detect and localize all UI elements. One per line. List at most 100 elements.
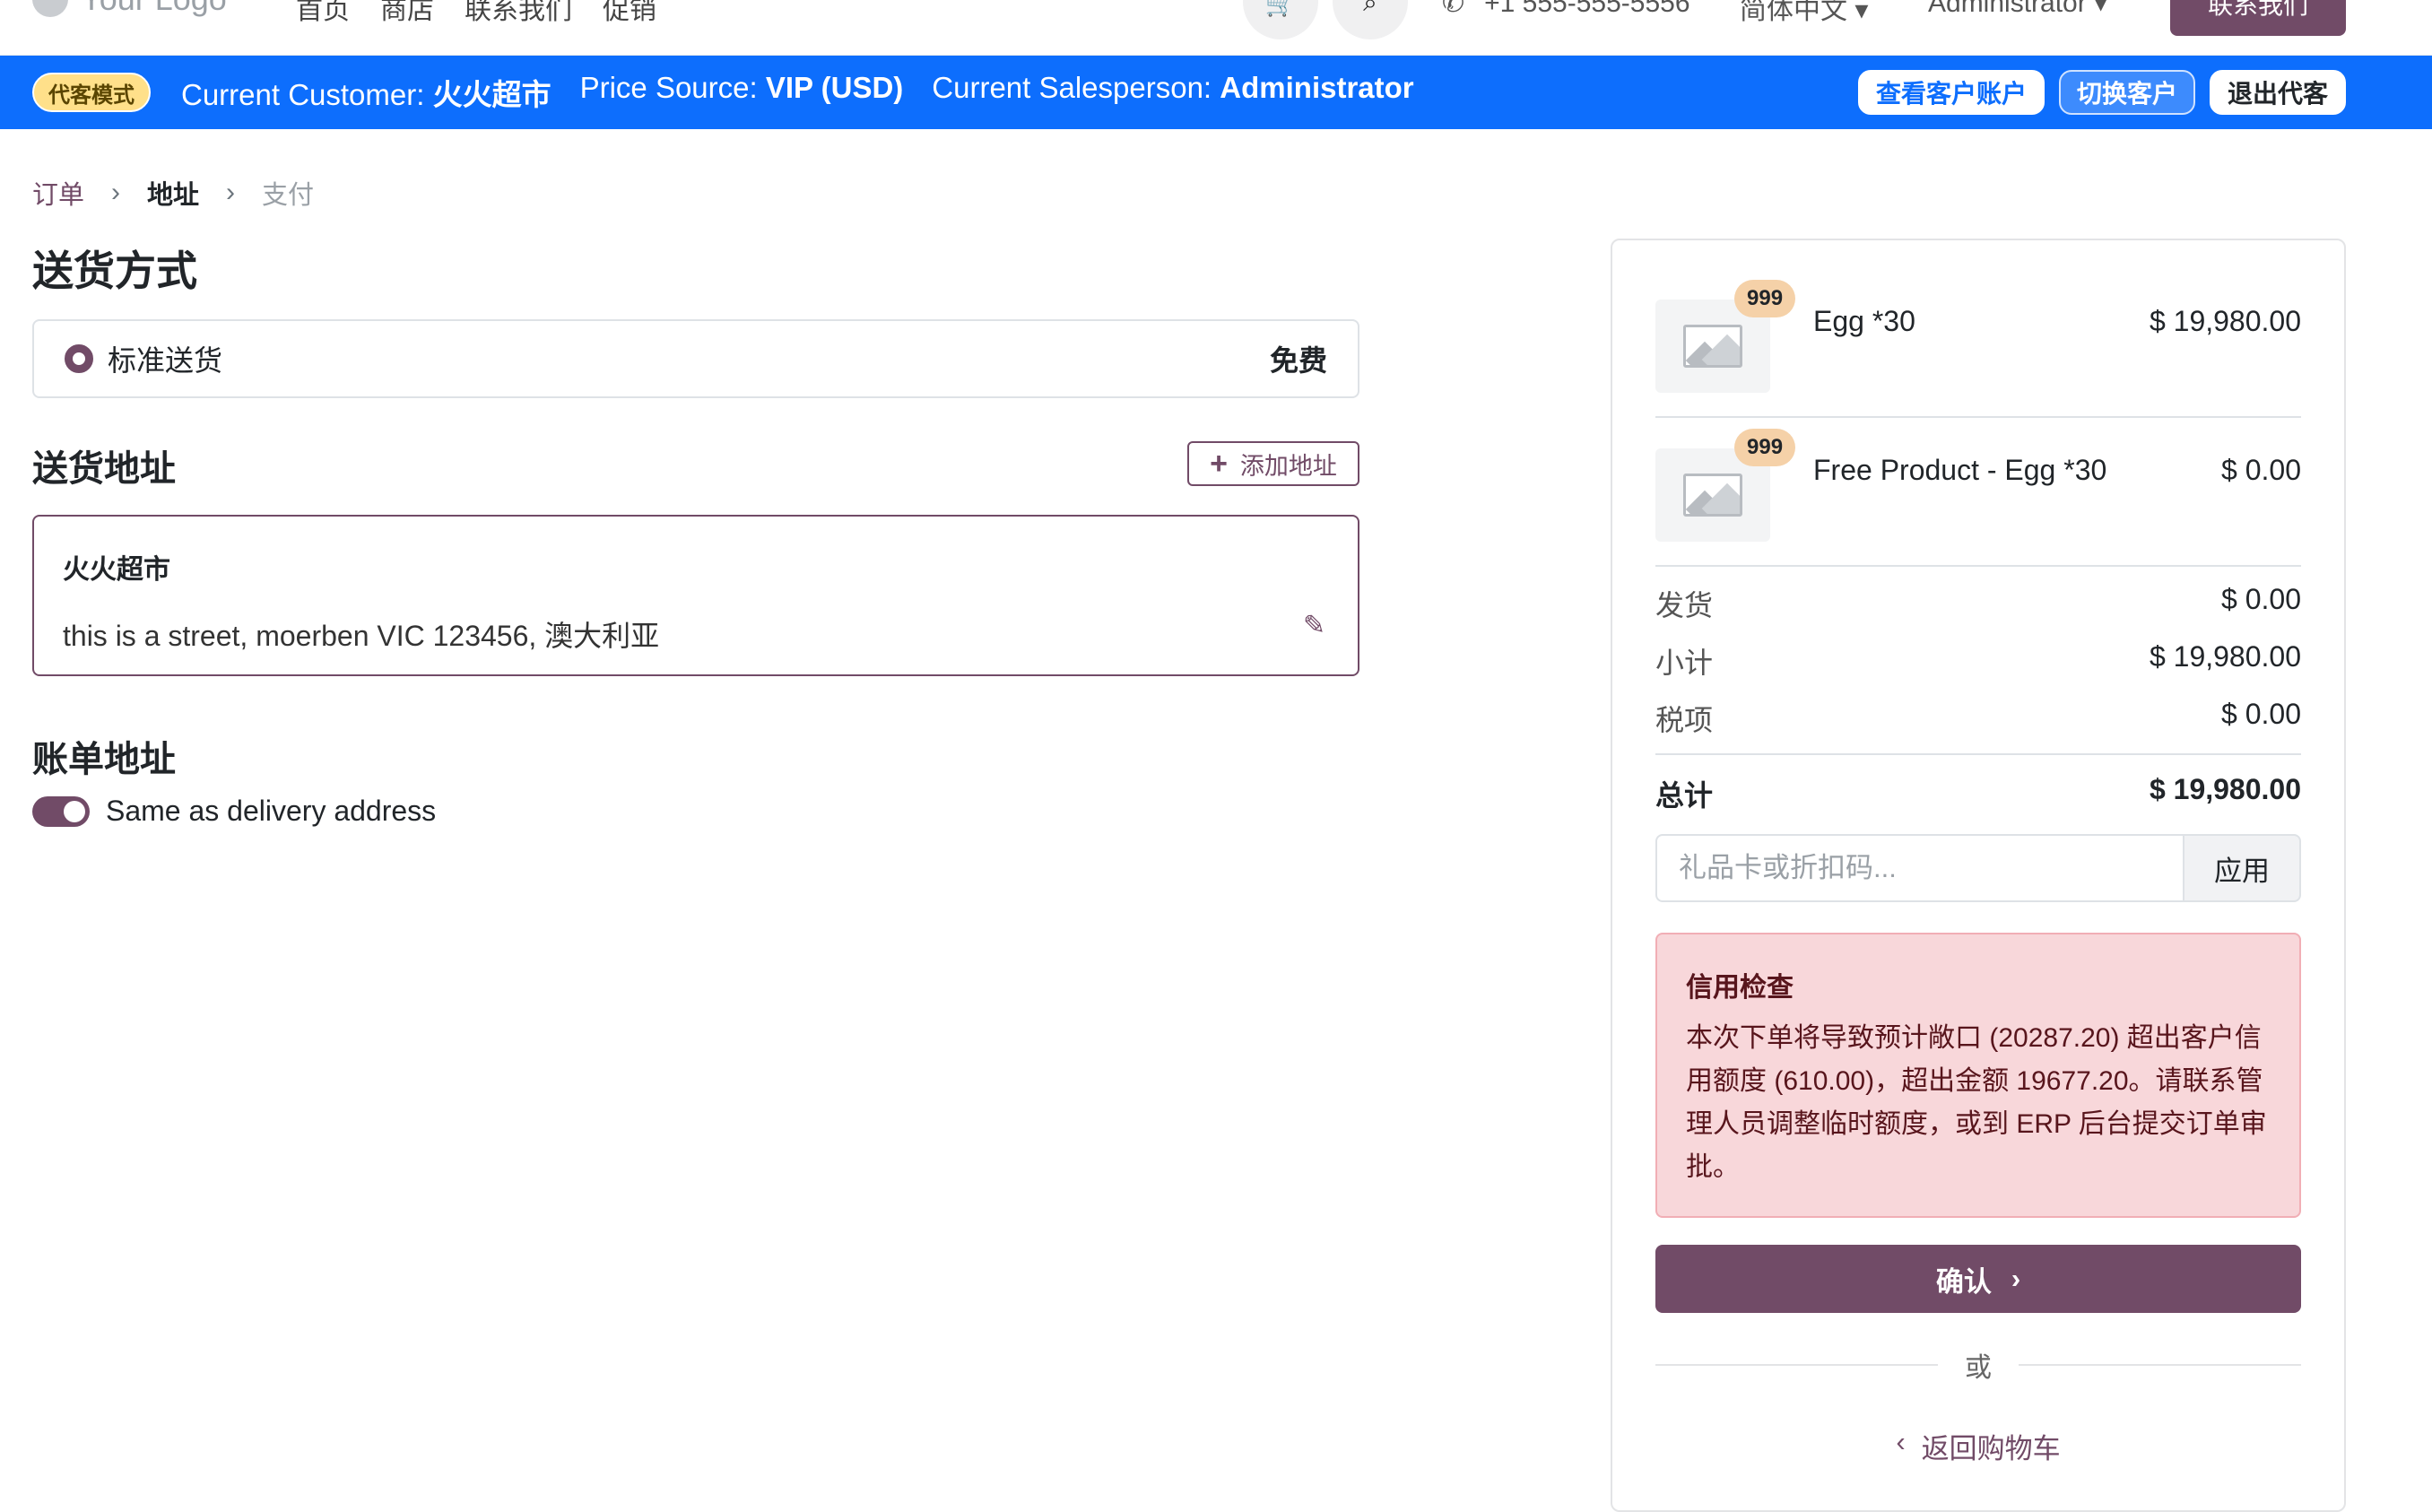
switch-customer-button[interactable]: 切换客户 — [2058, 70, 2195, 115]
current-customer: Current Customer: 火火超市 — [181, 71, 552, 114]
same-as-delivery-row: Same as delivery address — [32, 795, 436, 828]
plus-icon: + — [1210, 446, 1228, 481]
confirm-label: 确认 — [1935, 1265, 1992, 1298]
chevron-right-icon: › — [2011, 1263, 2021, 1294]
or-separator: 或 — [1655, 1345, 2301, 1385]
same-as-delivery-label: Same as delivery address — [106, 795, 437, 827]
radio-selected-icon[interactable] — [65, 344, 93, 373]
delivery-method-option[interactable]: 标准送货 免费 — [32, 319, 1359, 398]
shipping-address-title: 送货地址 — [32, 449, 176, 489]
same-as-delivery-toggle[interactable] — [32, 795, 90, 827]
shipping-value: $ 0.00 — [2221, 583, 2301, 615]
chevron-right-icon: › — [111, 178, 121, 207]
menu-item-contact[interactable]: 联系我们 — [465, 0, 572, 27]
view-customer-account-button[interactable]: 查看客户账户 — [1857, 70, 2045, 115]
add-address-label: 添加地址 — [1239, 452, 1337, 480]
cart-line-item: 999 Egg *30 $ 19,980.00 — [1655, 280, 2301, 393]
line-price: $ 0.00 — [2221, 454, 2301, 486]
shipping-label: 发货 — [1655, 589, 1714, 621]
current-customer-value: 火火超市 — [432, 78, 552, 111]
search-icon: ⌕ — [1363, 0, 1377, 16]
apply-coupon-button[interactable]: 应用 — [2183, 834, 2301, 902]
agent-info: Current Customer: 火火超市 Price Source: VIP… — [181, 71, 1414, 114]
subtotal-label: 小计 — [1655, 647, 1714, 679]
confirm-button[interactable]: 确认 › — [1655, 1245, 2301, 1313]
phone-number: +1 555-555-5556 — [1484, 0, 1690, 18]
subtotal-value: $ 19,980.00 — [2149, 640, 2301, 673]
add-address-button[interactable]: + 添加地址 — [1187, 441, 1359, 486]
divider — [1655, 753, 2301, 755]
agent-mode-bar: 代客模式 Current Customer: 火火超市 Price Source… — [0, 56, 2432, 129]
credit-check-title: 信用检查 — [1686, 973, 1794, 1003]
chevron-right-icon: › — [226, 178, 236, 207]
agent-mode-badge: 代客模式 — [32, 73, 151, 112]
checkout-breadcrumb: 订单 › 地址 › 支付 — [32, 174, 314, 212]
price-source-value: VIP (USD) — [765, 71, 904, 104]
image-placeholder-icon — [1683, 474, 1742, 517]
coupon-input[interactable] — [1655, 834, 2183, 902]
menu-item-home[interactable]: 首页 — [296, 0, 350, 27]
top-navbar: Your Logo 首页 商店 联系我们 促销 🛒 ⌕ ✆ +1 555-555… — [0, 0, 2432, 56]
delivery-method-name: 标准送货 — [108, 344, 223, 377]
product-name[interactable]: Egg *30 — [1813, 300, 2109, 343]
chevron-down-icon: ▾ — [2094, 0, 2108, 18]
total-row: 总计 $ 19,980.00 — [1655, 773, 2301, 814]
tax-value: $ 0.00 — [2221, 698, 2301, 730]
product-name[interactable]: Free Product - Egg *30 — [1813, 448, 2109, 491]
shipping-row: 发货 $ 0.00 — [1655, 583, 2301, 624]
logo-icon — [32, 0, 68, 17]
divider — [1655, 416, 2301, 418]
user-name: Administrator — [1928, 0, 2087, 18]
billing-address-title: 账单地址 — [32, 740, 176, 779]
user-menu[interactable]: Administrator ▾ — [1928, 0, 2107, 19]
address-name: 火火超市 — [63, 555, 170, 585]
search-button[interactable]: ⌕ — [1333, 0, 1408, 39]
menu-item-promotions[interactable]: 促销 — [603, 0, 656, 27]
phone-link[interactable]: ✆ +1 555-555-5556 — [1442, 0, 1690, 19]
current-salesperson: Current Salesperson: Administrator — [932, 71, 1413, 114]
divider — [2019, 1364, 2301, 1366]
current-salesperson-label: Current Salesperson: — [932, 71, 1212, 104]
breadcrumb-order[interactable]: 订单 — [32, 174, 84, 212]
total-value: $ 19,980.00 — [2149, 773, 2301, 805]
credit-check-alert: 信用检查 本次下单将导致预计敞口 (20287.20) 超出客户信用额度 (61… — [1655, 933, 2301, 1218]
agent-actions: 查看客户账户 切换客户 退出代客 — [1857, 70, 2346, 115]
subtotal-row: 小计 $ 19,980.00 — [1655, 640, 2301, 682]
cart-line-item: 999 Free Product - Egg *30 $ 0.00 — [1655, 429, 2301, 542]
delivery-method-title: 送货方式 — [32, 248, 197, 294]
logo-text: Your Logo — [81, 0, 227, 18]
image-placeholder-icon — [1683, 325, 1742, 368]
current-salesperson-value: Administrator — [1220, 71, 1414, 104]
breadcrumb-address: 地址 — [147, 181, 200, 210]
back-to-cart-label: 返回购物车 — [1921, 1433, 2061, 1464]
contact-us-button[interactable]: 联系我们 — [2170, 0, 2346, 36]
line-price: $ 19,980.00 — [2149, 305, 2301, 337]
language-label: 简体中文 — [1740, 0, 1847, 25]
tax-label: 税项 — [1655, 704, 1714, 736]
delivery-method-price: 免费 — [1269, 344, 1327, 377]
quantity-badge: 999 — [1734, 429, 1796, 466]
tax-row: 税项 $ 0.00 — [1655, 698, 2301, 739]
pencil-icon[interactable]: ✎ — [1303, 610, 1325, 641]
chevron-left-icon: ‹ — [1896, 1426, 1906, 1457]
cart-button[interactable]: 🛒 — [1243, 0, 1318, 39]
divider — [1655, 565, 2301, 567]
phone-icon: ✆ — [1442, 0, 1465, 18]
coupon-form: 应用 — [1655, 834, 2301, 902]
shipping-address-card[interactable]: 火火超市 this is a street, moerben VIC 12345… — [32, 515, 1359, 676]
exit-agent-mode-button[interactable]: 退出代客 — [2209, 70, 2346, 115]
address-line: this is a street, moerben VIC 123456, 澳大… — [63, 620, 660, 652]
order-summary: 999 Egg *30 $ 19,980.00 999 Free Product… — [1611, 239, 2346, 1512]
language-selector[interactable]: 简体中文 ▾ — [1740, 0, 1868, 27]
quantity-badge: 999 — [1734, 280, 1796, 317]
back-to-cart-link[interactable]: ‹ 返回购物车 — [1655, 1426, 2301, 1466]
current-customer-label: Current Customer: — [181, 78, 425, 111]
price-source: Price Source: VIP (USD) — [580, 71, 904, 114]
menu-item-shop[interactable]: 商店 — [380, 0, 434, 27]
site-logo[interactable]: Your Logo — [32, 0, 227, 18]
cart-icon: 🛒 — [1264, 0, 1297, 17]
price-source-label: Price Source: — [579, 71, 758, 104]
total-label: 总计 — [1655, 779, 1714, 812]
breadcrumb-payment: 支付 — [262, 181, 315, 210]
credit-check-message: 本次下单将导致预计敞口 (20287.20) 超出客户信用额度 (610.00)… — [1686, 1023, 2267, 1182]
